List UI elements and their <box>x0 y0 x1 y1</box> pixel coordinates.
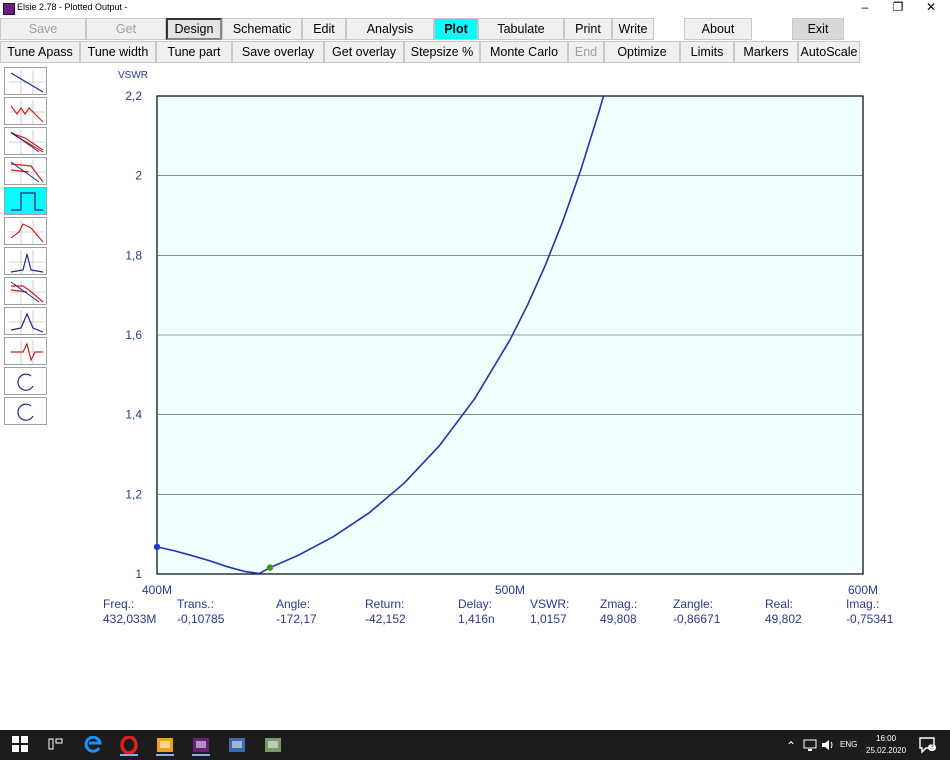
volume-icon[interactable] <box>820 738 834 752</box>
vswr-plot[interactable]: 1 1,2 1,4 1,6 1,8 2 2,2 400M 500M 600M VSWR <box>0 60 950 598</box>
taskbar: ⌃ ENG 16:00 25.02.2020 2 <box>0 730 950 760</box>
edit-button[interactable]: Edit <box>302 18 346 40</box>
task-view-icon[interactable] <box>48 736 66 754</box>
windows-start-icon[interactable] <box>12 736 30 754</box>
get-button[interactable]: Get <box>86 18 166 40</box>
tray-overflow-button[interactable]: ⌃ <box>786 739 796 753</box>
browser-app-icon[interactable] <box>264 736 282 754</box>
readout-label: Freq.: <box>103 597 135 611</box>
exit-button[interactable]: Exit <box>792 18 844 40</box>
readout-value: -0,75341 <box>846 612 894 626</box>
readout-value: -42,152 <box>365 612 406 626</box>
tabulate-button[interactable]: Tabulate <box>478 18 564 40</box>
readout-value: -0,10785 <box>177 612 225 626</box>
readout-label: Delay: <box>458 597 493 611</box>
data-marker <box>153 543 161 551</box>
about-button[interactable]: About <box>684 18 752 40</box>
language-indicator[interactable]: ENG <box>840 740 857 749</box>
y-tick-label: 2,2 <box>125 89 142 103</box>
readout-label: Return: <box>365 597 405 611</box>
readout-value: 49,802 <box>765 612 802 626</box>
readout-label: Imag.: <box>846 597 880 611</box>
elsie-app-icon <box>3 3 15 15</box>
readout-value: 1,416n <box>458 612 495 626</box>
y-tick-label: 1,2 <box>125 487 142 501</box>
x-tick-label: 400M <box>142 583 172 597</box>
plot-button[interactable]: Plot <box>434 18 478 40</box>
remote-app-icon[interactable] <box>228 736 246 754</box>
readout-label: Angle: <box>276 597 311 611</box>
opera-icon[interactable] <box>120 735 138 756</box>
clock-time[interactable]: 16:00 <box>876 734 896 743</box>
window-title: Elsie 2.78 - Plotted Output - <box>17 2 128 12</box>
marker-readout: Freq.: 432,033M Trans.: -0,10785 Angle: -172,… <box>0 597 950 637</box>
y-tick-label: 1,8 <box>125 248 142 262</box>
restore-button[interactable]: ❐ <box>883 0 913 16</box>
data-marker <box>266 564 274 571</box>
readout-label: Real: <box>765 597 794 611</box>
readout-value: -0,86671 <box>673 612 721 626</box>
readout-label: VSWR: <box>530 597 570 611</box>
y-tick-label: 1,6 <box>125 328 142 342</box>
print-button[interactable]: Print <box>564 18 612 40</box>
readout-value: 432,033M <box>103 612 157 626</box>
action-center-icon[interactable] <box>918 736 936 754</box>
design-button[interactable]: Design <box>166 18 222 40</box>
close-button[interactable]: ✕ <box>916 0 946 16</box>
edge-icon[interactable] <box>84 735 102 754</box>
write-button[interactable]: Write <box>612 18 654 40</box>
readout-label: Trans.: <box>177 597 214 611</box>
readout-label: Zangle: <box>673 597 714 611</box>
y-tick-label: 2 <box>135 169 142 183</box>
readout-label: Zmag.: <box>600 597 638 611</box>
clock-date[interactable]: 25.02.2020 <box>866 746 906 755</box>
schematic-button[interactable]: Schematic <box>222 18 302 40</box>
readout-value: 1,0157 <box>530 612 567 626</box>
x-tick-label: 600M <box>848 583 878 597</box>
title-bar: Elsie 2.78 - Plotted Output - – ❐ ✕ <box>0 0 950 16</box>
y-tick-label: 1 <box>135 567 142 581</box>
readout-value: 49,808 <box>600 612 637 626</box>
save-button[interactable]: Save <box>0 18 86 40</box>
charts-app-icon[interactable] <box>156 736 174 756</box>
y-tick-label: 1,4 <box>125 408 142 422</box>
main-toolbar: Save Get Design Schematic Edit Analysis Plot Ta… <box>0 18 844 40</box>
minimize-button[interactable]: – <box>850 0 880 16</box>
network-icon[interactable] <box>803 738 817 752</box>
analysis-button[interactable]: Analysis <box>346 18 434 40</box>
x-tick-label: 500M <box>495 583 525 597</box>
elsie-app-icon[interactable] <box>192 736 210 756</box>
y-axis-label: VSWR <box>118 70 148 81</box>
readout-value: -172,17 <box>276 612 317 626</box>
